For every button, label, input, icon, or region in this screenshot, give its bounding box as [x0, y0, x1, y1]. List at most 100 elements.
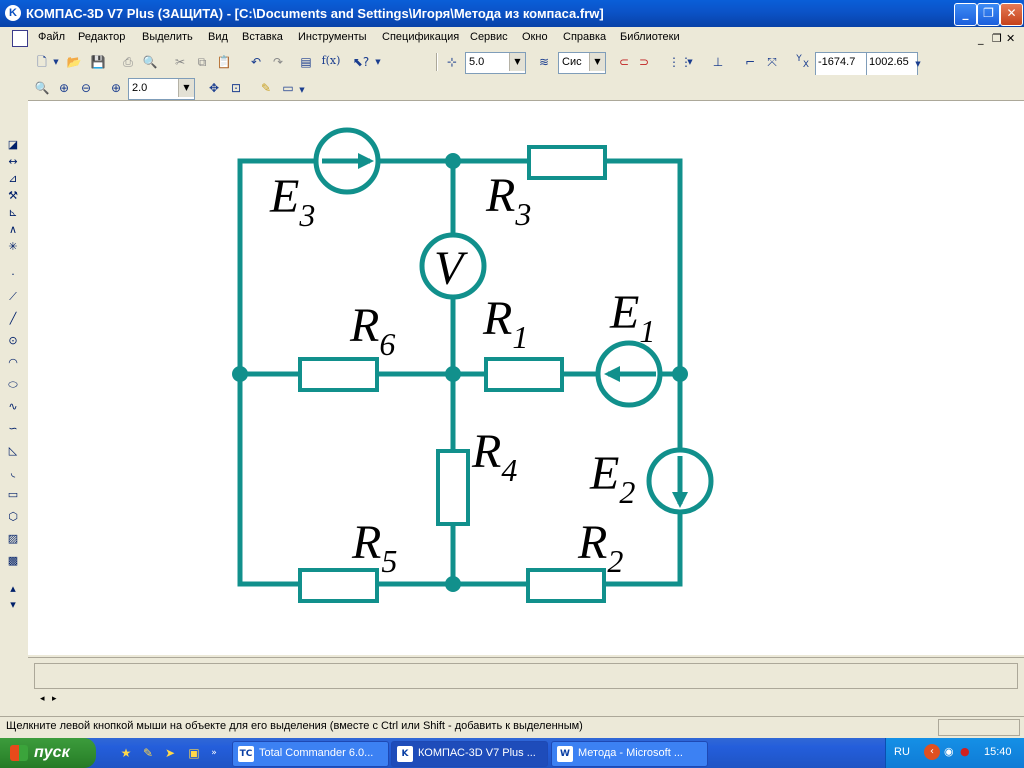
mdi-minimize-icon[interactable]: _	[978, 32, 984, 45]
minimize-button[interactable]: _	[954, 3, 977, 26]
arc-tool-icon[interactable]: ◠	[5, 355, 21, 371]
menu-insert[interactable]: Вставка	[242, 31, 283, 43]
undo-icon[interactable]: ↶	[248, 54, 264, 70]
scroll-right-icon[interactable]: ▸	[52, 694, 57, 704]
tray-back-icon[interactable]: ‹	[924, 744, 940, 760]
chamfer-tool-icon[interactable]: ◺	[5, 443, 21, 459]
dimensions-panel-icon[interactable]: ↔	[5, 154, 21, 170]
local-snap-icon[interactable]: ⊃	[636, 54, 652, 70]
task-word[interactable]: W Метода - Microsoft ...	[551, 741, 708, 767]
point-tool-icon[interactable]: ·	[5, 267, 21, 283]
point-coords-icon[interactable]: ⤧	[764, 54, 780, 70]
ortho-icon[interactable]: ⊥	[710, 54, 726, 70]
designations-panel-icon[interactable]: ⊿	[5, 171, 21, 187]
spline-tool-icon[interactable]: ∿	[5, 399, 21, 415]
drawing-canvas[interactable]: E3 R3 V R6 R1 E1 R4 E2 R5 R2	[28, 100, 1024, 655]
bezier-tool-icon[interactable]: ∽	[5, 421, 21, 437]
display-dropdown-icon[interactable]: ▼	[298, 82, 306, 98]
quicklaunch-pen-icon[interactable]: ✎	[140, 745, 156, 761]
menu-window[interactable]: Окно	[522, 31, 548, 43]
chevron-down-icon[interactable]: ▼	[509, 53, 525, 71]
cut-icon[interactable]: ✂	[172, 54, 188, 70]
zoom-window-icon[interactable]: 🔍	[34, 80, 50, 96]
task-total-commander[interactable]: TC Total Commander 6.0...	[232, 741, 389, 767]
hatch-tool-icon[interactable]: ▨	[5, 531, 21, 547]
quicklaunch-more-icon[interactable]: »	[206, 745, 222, 761]
refresh-icon[interactable]: ✎	[258, 80, 274, 96]
horizontal-scroll[interactable]: ◂ ▸	[28, 693, 1024, 709]
scroll-left-icon[interactable]: ◂	[40, 694, 45, 704]
paste-icon[interactable]: 📋	[216, 54, 232, 70]
menu-select[interactable]: Выделить	[142, 31, 193, 43]
menu-tools[interactable]: Инструменты	[298, 31, 367, 43]
start-button[interactable]: пуск	[0, 738, 96, 768]
help-pointer-icon[interactable]: ⬉?	[350, 54, 372, 70]
rectangle-tool-icon[interactable]: ▭	[5, 487, 21, 503]
snap-magnet-icon[interactable]: ⊂	[616, 54, 632, 70]
quicklaunch-arrow-icon[interactable]: ➤	[162, 745, 178, 761]
variables-fx-icon[interactable]: f(x)	[320, 54, 342, 70]
layers-icon[interactable]: ≋	[536, 54, 552, 70]
fillet-tool-icon[interactable]: ◟	[5, 465, 21, 481]
coord-x-field[interactable]: -1674.7	[815, 52, 870, 77]
round-icon[interactable]: ⌐	[742, 54, 758, 70]
fill-tool-icon[interactable]: ▩	[5, 553, 21, 569]
show-all-icon[interactable]: ⊡	[228, 80, 244, 96]
panel-scroll-down-icon[interactable]: ▾	[5, 597, 21, 613]
new-file-icon[interactable]: 🗋	[34, 54, 50, 70]
pan-icon[interactable]: ✥	[206, 80, 222, 96]
zoom-out-icon[interactable]: ⊖	[78, 80, 94, 96]
coord-y-field[interactable]: 1002.65	[866, 52, 918, 77]
zoom-combo[interactable]: 2.0 ▼	[128, 78, 195, 100]
polygon-tool-icon[interactable]: ⬡	[5, 509, 21, 525]
select-panel-icon[interactable]: ✳	[5, 239, 21, 255]
edit-panel-icon[interactable]: ⚒	[5, 188, 21, 204]
copy-icon[interactable]: ⧉	[194, 54, 210, 70]
tray-antivirus-icon[interactable]: ●	[960, 745, 970, 758]
menu-specification[interactable]: Спецификация	[382, 31, 459, 43]
segment-tool-icon[interactable]: ╱	[5, 311, 21, 327]
grid-icon[interactable]: ⋮⋮	[668, 54, 692, 70]
ellipse-tool-icon[interactable]: ⬭	[5, 377, 21, 393]
style-combo[interactable]: Сис ▼	[558, 52, 606, 74]
coords-dropdown-icon[interactable]: ▼	[914, 56, 922, 72]
open-folder-icon[interactable]: 📂	[66, 54, 82, 70]
print-preview-icon[interactable]: 🔍	[142, 54, 158, 70]
menu-file[interactable]: Файл	[38, 31, 65, 43]
chevron-down-icon[interactable]: ▼	[178, 79, 194, 97]
status-bar: Щелкните левой кнопкой мыши на объекте д…	[0, 716, 1024, 736]
manager-icon[interactable]: ▤	[298, 54, 314, 70]
mdi-close-icon[interactable]: ✕	[1006, 32, 1015, 45]
help-dropdown-icon[interactable]: ▼	[374, 54, 382, 70]
chevron-down-icon[interactable]: ▼	[589, 53, 605, 71]
menu-service[interactable]: Сервис	[470, 31, 508, 43]
grid-dropdown-icon[interactable]: ▼	[686, 54, 694, 70]
geometry-panel-icon[interactable]: ◪	[5, 137, 21, 153]
menu-libraries[interactable]: Библиотеки	[620, 31, 680, 43]
menu-edit[interactable]: Редактор	[78, 31, 125, 43]
panel-scroll-up-icon[interactable]: ▴	[5, 581, 21, 597]
language-indicator[interactable]: RU	[894, 746, 910, 758]
circle-tool-icon[interactable]: ⊙	[5, 333, 21, 349]
quicklaunch-runner-icon[interactable]: ★	[118, 745, 134, 761]
menu-help[interactable]: Справка	[563, 31, 606, 43]
mdi-restore-icon[interactable]: ❐	[992, 32, 1002, 45]
zoom-in-icon[interactable]: ⊕	[56, 80, 72, 96]
new-dropdown-icon[interactable]: ▼	[52, 54, 60, 70]
tray-network-icon[interactable]: ◉	[944, 745, 954, 758]
measure-panel-icon[interactable]: ∧	[5, 222, 21, 238]
parametrization-panel-icon[interactable]: ⊾	[5, 205, 21, 221]
menu-view[interactable]: Вид	[208, 31, 228, 43]
print-icon[interactable]: ⎙	[120, 54, 136, 70]
task-kompas[interactable]: K КОМПАС-3D V7 Plus ...	[391, 741, 548, 767]
document-icon[interactable]	[12, 30, 28, 47]
quicklaunch-kompas-icon[interactable]: ▣	[186, 745, 202, 761]
aux-line-tool-icon[interactable]: ⟋	[5, 289, 21, 305]
close-button[interactable]: ✕	[1000, 3, 1023, 26]
kompas-app-icon[interactable]: K	[5, 5, 21, 21]
save-icon[interactable]: 💾	[90, 54, 106, 70]
grid-step-combo[interactable]: 5.0 ▼	[465, 52, 526, 74]
display-mode-icon[interactable]: ▭	[280, 80, 296, 96]
maximize-button[interactable]: ❐	[977, 3, 1000, 26]
redo-icon[interactable]: ↷	[270, 54, 286, 70]
